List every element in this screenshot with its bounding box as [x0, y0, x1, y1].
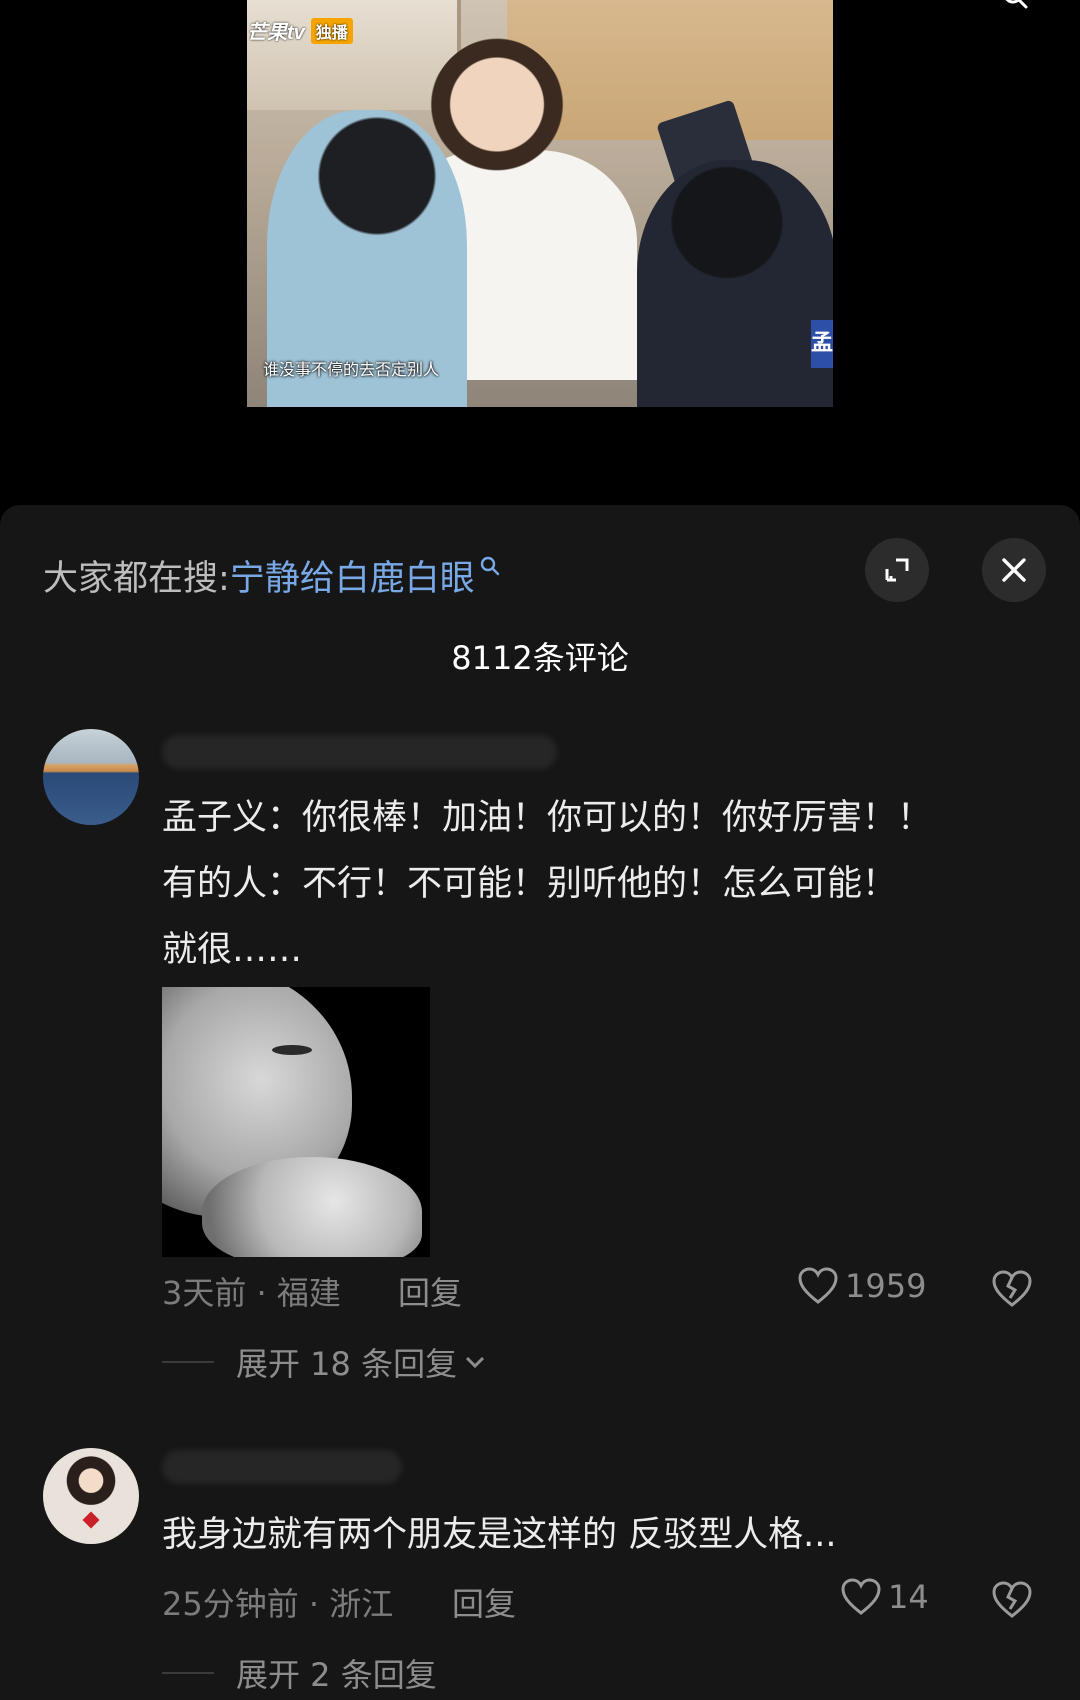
comment-meta: 25分钟前 · 浙江	[162, 1585, 394, 1623]
baby-eye	[272, 1045, 312, 1055]
comment-meta: 3天前 · 福建	[162, 1274, 341, 1312]
search-icon[interactable]	[1002, 0, 1028, 14]
comment-text-line: 我身边就有两个朋友是这样的 反驳型人格...	[162, 1515, 837, 1555]
divider-line	[162, 1361, 214, 1363]
close-icon	[1002, 558, 1026, 582]
chevron-down-icon	[466, 1356, 485, 1369]
comment-text-line: 有的人：不行！不可能！别听他的！怎么可能！	[162, 864, 898, 904]
video-logo-text: 芒果tv	[247, 22, 305, 44]
trending-search-keyword[interactable]: 宁静给白鹿白眼	[230, 550, 475, 601]
video-corner-mark: 孟	[811, 320, 833, 368]
avatar[interactable]	[43, 1448, 139, 1544]
broken-heart-icon[interactable]	[991, 1268, 1033, 1310]
username-blurred[interactable]	[162, 735, 557, 769]
like-count: 14	[888, 1578, 929, 1616]
reply-button[interactable]: 回复	[452, 1579, 516, 1625]
comment-sheet: 大家都在搜: 宁静给白鹿白眼 8112条评论 孟子义：你很棒！加油！你可以的！你…	[0, 505, 1080, 1700]
comment-text-line: 孟子义：你很棒！加油！你可以的！你好厉害！！	[162, 798, 933, 838]
reply-button[interactable]: 回复	[398, 1268, 462, 1314]
video-player[interactable]: 芒果tv 独播 谁没事不停的去否定别人 孟	[247, 0, 833, 407]
expand-replies-label: 展开 2 条回复	[236, 1656, 437, 1694]
like-button[interactable]: 14	[840, 1577, 929, 1617]
comment-count: 8112条评论	[451, 639, 629, 677]
comment-text-line: 就很……	[162, 930, 303, 970]
username-blurred[interactable]	[162, 1450, 402, 1484]
broken-heart-icon[interactable]	[991, 1579, 1033, 1621]
close-button[interactable]	[982, 538, 1046, 602]
video-subtitle: 谁没事不停的去否定别人	[263, 360, 440, 379]
heart-icon	[841, 1578, 881, 1615]
video-badge: 独播	[310, 17, 353, 44]
baby-hand	[202, 1157, 422, 1257]
heart-icon	[798, 1267, 838, 1304]
trending-search[interactable]: 大家都在搜: 宁静给白鹿白眼	[43, 545, 501, 605]
expand-replies[interactable]: 展开 2 条回复	[162, 1650, 437, 1696]
trending-search-label: 大家都在搜:	[43, 558, 230, 599]
expand-replies[interactable]: 展开 18 条回复	[162, 1339, 487, 1385]
like-count: 1959	[845, 1267, 927, 1305]
like-button[interactable]: 1959	[797, 1266, 926, 1306]
expand-icon	[885, 558, 909, 582]
video-logo: 芒果tv 独播	[247, 16, 353, 45]
search-icon	[480, 556, 500, 576]
expand-replies-label: 展开 18 条回复	[236, 1345, 458, 1383]
expand-button[interactable]	[865, 538, 929, 602]
divider-line	[162, 1672, 214, 1674]
video-person-right	[637, 160, 833, 407]
avatar[interactable]	[43, 729, 139, 825]
comment-image[interactable]	[162, 987, 430, 1257]
avatar-heart-detail	[82, 1511, 100, 1529]
